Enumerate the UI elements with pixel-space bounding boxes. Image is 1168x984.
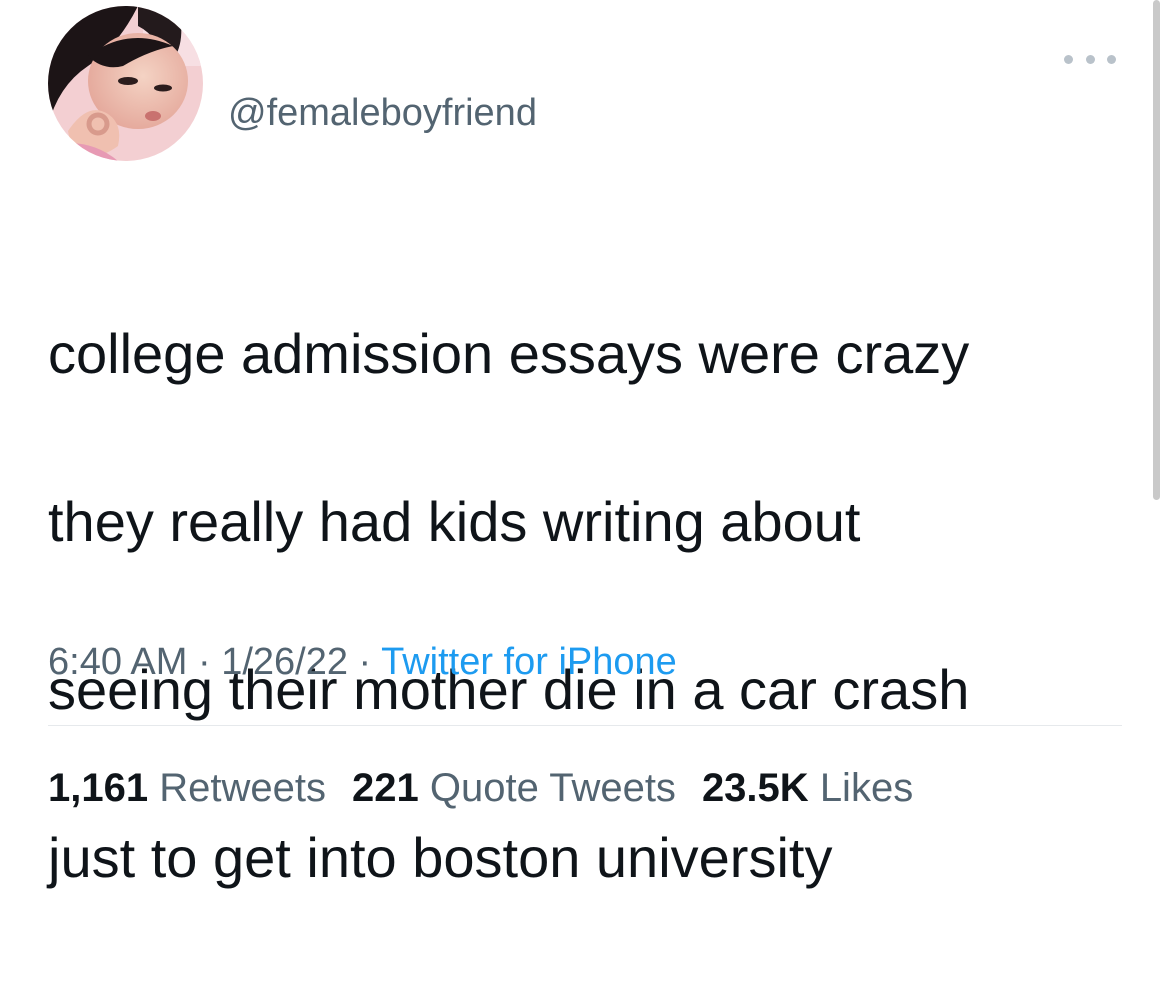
likes-count: 23.5K <box>701 766 809 810</box>
more-dot <box>1064 54 1073 64</box>
tweet-source-link[interactable]: Twitter for iPhone <box>381 641 677 683</box>
more-dot <box>1107 54 1116 64</box>
retweets-stat[interactable]: 1,161 Retweets <box>48 763 326 813</box>
tweet-meta: 6:40 AM · 1/26/22 · Twitter for iPhone <box>48 638 677 686</box>
meta-separator: · <box>348 641 382 683</box>
tweet-text-line: just to get into boston university <box>48 826 833 889</box>
quote-tweets-stat[interactable]: 221 Quote Tweets <box>352 763 676 813</box>
likes-label: Likes <box>819 766 914 810</box>
tweet-text: college admission essays were crazy they… <box>48 228 1138 984</box>
avatar[interactable] <box>48 6 203 161</box>
scrollbar[interactable] <box>1153 0 1160 500</box>
tweet-text-line: college admission essays were crazy <box>48 322 970 385</box>
tweet-text-line: they really had kids writing about <box>48 490 861 553</box>
quote-tweets-label: Quote Tweets <box>429 766 676 810</box>
tweet-stats: 1,161 Retweets 221 Quote Tweets 23.5K Li… <box>48 763 913 813</box>
likes-stat[interactable]: 23.5K Likes <box>702 763 913 813</box>
tweet-date[interactable]: 1/26/22 <box>221 641 348 683</box>
meta-separator: · <box>187 641 222 683</box>
tweet-time[interactable]: 6:40 AM <box>48 641 187 683</box>
more-dot <box>1085 54 1095 64</box>
more-options-icon[interactable] <box>1064 47 1116 71</box>
quote-tweets-count: 221 <box>351 766 419 810</box>
avatar-image <box>48 6 203 161</box>
user-handle[interactable]: @femaleboyfriend <box>228 90 537 136</box>
retweets-count: 1,161 <box>48 766 149 810</box>
divider <box>48 725 1122 726</box>
retweets-label: Retweets <box>159 766 326 810</box>
